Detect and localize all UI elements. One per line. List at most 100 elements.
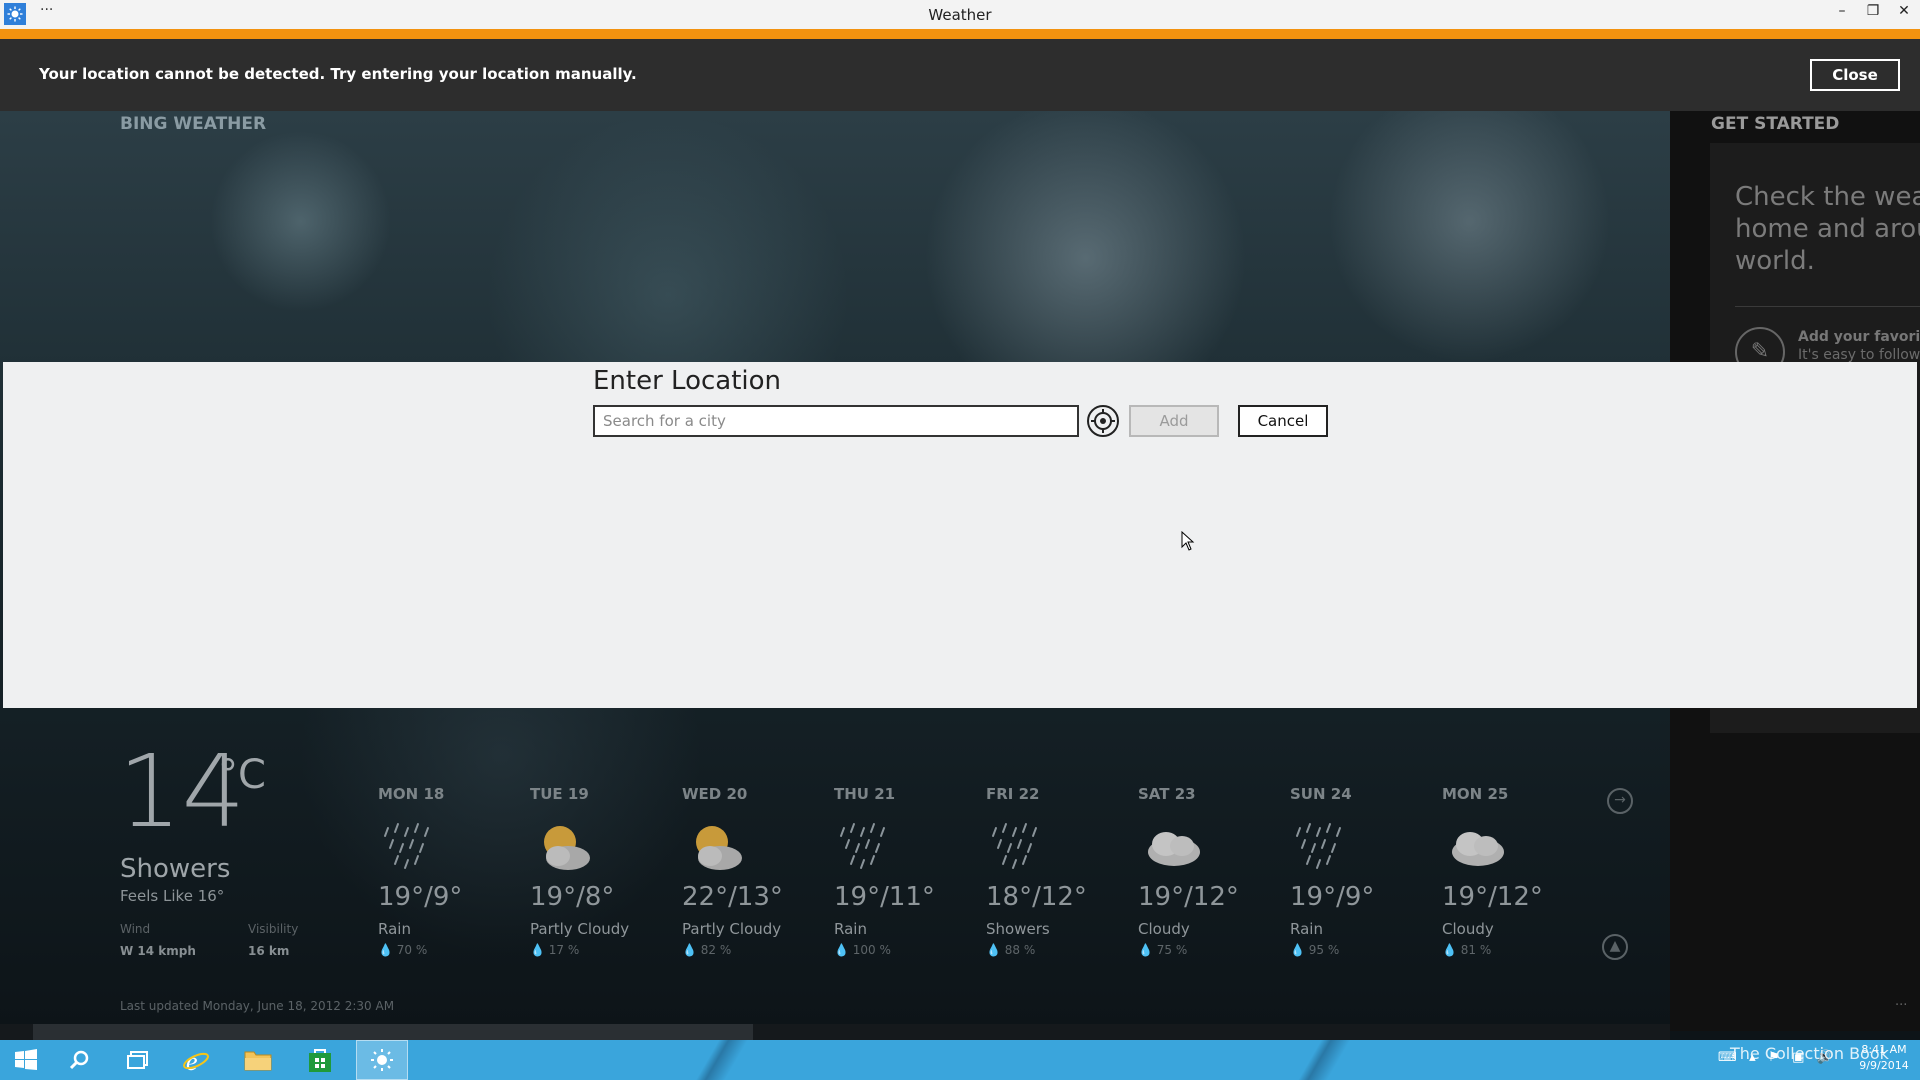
current-condition: Showers (120, 854, 231, 884)
forecast-day[interactable]: SUN 24 19°/9° Rain 💧 95 % (1290, 780, 1442, 970)
forecast-day[interactable]: FRI 22 18°/12° Showers 💧 88 % (986, 780, 1138, 970)
forecast-day[interactable]: WED 20 22°/13° Partly Cloudy 💧 82 % (682, 780, 834, 970)
precipitation-value: 17 % (548, 943, 580, 957)
current-location-button[interactable] (1087, 405, 1119, 437)
city-search-input[interactable] (593, 405, 1079, 437)
partly-cloudy-icon (682, 820, 752, 875)
forecast-day[interactable]: MON 18 19°/9° Rain 💧 70 % (378, 780, 530, 970)
dialog-title: Enter Location (593, 366, 782, 396)
forecast-range: 19°/9° (378, 882, 463, 912)
search-icon (69, 1050, 89, 1070)
next-arrow-icon[interactable]: → (1607, 788, 1633, 814)
scroll-up-icon[interactable]: ▲ (1602, 934, 1628, 960)
forecast-day-name: WED 20 (682, 785, 748, 803)
forecast-range: 19°/11° (834, 882, 935, 912)
daily-forecast: MON 18 19°/9° Rain 💧 70 % TUE 19 19°/8° … (378, 780, 1618, 970)
feels-like: Feels Like 16° (120, 887, 225, 905)
internet-explorer-icon: e (183, 1047, 209, 1074)
watermark-text: The Collection Book (1730, 1044, 1889, 1063)
precipitation: 💧 17 % (530, 943, 579, 957)
forecast-description: Cloudy (1138, 920, 1190, 938)
file-explorer-button[interactable] (232, 1040, 284, 1080)
partly-cloudy-icon (530, 820, 600, 875)
wind-value: W 14 kmph (120, 944, 196, 958)
cancel-button[interactable]: Cancel (1238, 405, 1328, 437)
more-options-icon[interactable]: ··· (1895, 998, 1907, 1013)
favorites-subtitle: It's easy to follow (1798, 347, 1920, 363)
taskbar: e ⌨ ▴ ⚑ ▣ 🔊 8:41 AM 9/9/2014 (0, 1040, 1920, 1080)
forecast-day-name: TUE 19 (530, 785, 589, 803)
start-button[interactable] (0, 1040, 52, 1080)
precipitation: 💧 100 % (834, 943, 891, 957)
drop-icon: 💧 (378, 943, 393, 957)
enter-location-dialog: Enter Location Add Cancel (3, 362, 1917, 708)
forecast-range: 19°/8° (530, 882, 615, 912)
forecast-description: Showers (986, 920, 1050, 938)
precipitation: 💧 82 % (682, 943, 731, 957)
precipitation: 💧 88 % (986, 943, 1035, 957)
forecast-day[interactable]: TUE 19 19°/8° Partly Cloudy 💧 17 % (530, 780, 682, 970)
visibility-label: Visibility (248, 922, 299, 936)
forecast-day[interactable]: MON 25 19°/12° Cloudy 💧 81 % (1442, 780, 1594, 970)
store-icon (309, 1049, 331, 1072)
forecast-range: 19°/9° (1290, 882, 1375, 912)
forecast-range: 19°/12° (1138, 882, 1239, 912)
accent-bar (0, 29, 1920, 39)
current-conditions: 14 °C Showers Feels Like 16° Wind W 14 k… (118, 742, 378, 1012)
precipitation-value: 81 % (1460, 943, 1492, 957)
precipitation-value: 75 % (1156, 943, 1188, 957)
notification-message: Your location cannot be detected. Try en… (39, 65, 637, 83)
title-bar: ··· Weather – ❐ ✕ (0, 0, 1920, 29)
forecast-day-name: SUN 24 (1290, 785, 1352, 803)
cloudy-icon (1138, 820, 1208, 875)
internet-explorer-button[interactable]: e (170, 1040, 222, 1080)
forecast-day[interactable]: SAT 23 19°/12° Cloudy 💧 75 % (1138, 780, 1290, 970)
rain-icon (834, 820, 904, 875)
location-notification: Your location cannot be detected. Try en… (0, 39, 1920, 111)
forecast-description: Rain (1290, 920, 1323, 938)
visibility-value: 16 km (248, 944, 290, 958)
crosshair-icon (1091, 409, 1115, 433)
precipitation-value: 88 % (1004, 943, 1036, 957)
drop-icon: 💧 (834, 943, 849, 957)
forecast-range: 19°/12° (1442, 882, 1543, 912)
rain-icon (378, 820, 448, 875)
forecast-description: Rain (834, 920, 867, 938)
store-button[interactable] (294, 1040, 346, 1080)
drop-icon: 💧 (1138, 943, 1153, 957)
forecast-day[interactable]: THU 21 19°/11° Rain 💧 100 % (834, 780, 986, 970)
precipitation: 💧 95 % (1290, 943, 1339, 957)
forecast-day-name: MON 25 (1442, 785, 1509, 803)
folder-icon (244, 1051, 272, 1071)
search-taskbar-button[interactable] (54, 1040, 106, 1080)
add-button[interactable]: Add (1129, 405, 1219, 437)
window-title: Weather (928, 6, 992, 24)
horizontal-scrollbar[interactable] (0, 1024, 1670, 1040)
scrollbar-thumb[interactable] (33, 1024, 753, 1040)
precipitation: 💧 75 % (1138, 943, 1187, 957)
precipitation: 💧 81 % (1442, 943, 1491, 957)
precipitation-value: 82 % (700, 943, 732, 957)
get-started-header: GET STARTED (1711, 114, 1840, 134)
mouse-cursor-icon (1181, 530, 1195, 555)
precipitation: 💧 70 % (378, 943, 427, 957)
task-view-button[interactable] (112, 1040, 164, 1080)
weather-taskbar-button[interactable] (356, 1040, 408, 1080)
favorites-title: Add your favorites (1798, 329, 1920, 345)
divider (1735, 306, 1920, 307)
close-notification-button[interactable]: Close (1810, 59, 1900, 91)
temperature-unit[interactable]: °C (218, 752, 266, 798)
forecast-day-name: FRI 22 (986, 785, 1040, 803)
rain-icon (1290, 820, 1360, 875)
wind-label: Wind (120, 922, 151, 936)
forecast-description: Partly Cloudy (530, 920, 630, 938)
minimize-icon[interactable]: – (1830, 3, 1854, 25)
restore-icon[interactable]: ❐ (1861, 3, 1885, 25)
drop-icon: 💧 (1290, 943, 1305, 957)
forecast-day-name: THU 21 (834, 785, 896, 803)
close-window-icon[interactable]: ✕ (1892, 3, 1916, 25)
drop-icon: 💧 (986, 943, 1001, 957)
forecast-description: Rain (378, 920, 411, 938)
sun-icon (371, 1049, 393, 1071)
windows-logo-icon (15, 1049, 37, 1070)
